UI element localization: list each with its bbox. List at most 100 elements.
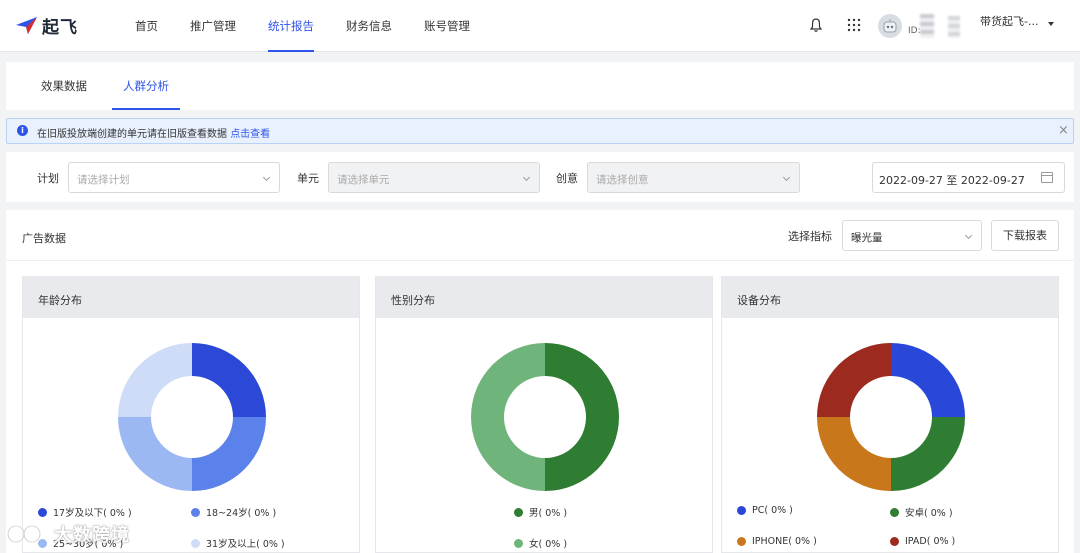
legend-item[interactable]: 女( 0% ) <box>514 536 567 550</box>
legend-label: 31岁及以上( 0% ) <box>206 539 285 550</box>
main-nav: 首页 推广管理 统计报告 财务信息 账号管理 <box>135 0 502 52</box>
chevron-down-icon <box>964 231 973 240</box>
legend-item[interactable]: IPAD( 0% ) <box>890 536 955 547</box>
nav-item-finance[interactable]: 财务信息 <box>346 0 392 52</box>
info-notice: i 在旧版投放端创建的单元请在旧版查看数据 点击查看 × <box>6 118 1074 144</box>
creative-placeholder: 请选择创意 <box>596 174 649 186</box>
nav-item-home[interactable]: 首页 <box>135 0 158 52</box>
legend-item[interactable]: PC( 0% ) <box>737 505 793 516</box>
watermark-logo-icon <box>6 524 42 544</box>
filter-bar: 计划 请选择计划 单元 请选择单元 创意 请选择创意 2022-09-27 至 … <box>6 152 1074 202</box>
donut-slice-18~24岁[interactable] <box>192 417 266 491</box>
donut-slice-安卓[interactable] <box>891 417 965 491</box>
chevron-down-icon <box>782 173 791 182</box>
legend-dot <box>890 507 899 517</box>
nav-item-promotion[interactable]: 推广管理 <box>190 0 236 52</box>
age-distribution-card: 年龄分布 17岁及以下( 0% ) 18~24岁( 0% ) 25~30岁( 0… <box>22 276 360 553</box>
legend-dot <box>890 537 899 546</box>
donut-slice-17岁及以下[interactable] <box>192 343 266 417</box>
top-navbar: 起飞 首页 推广管理 统计报告 财务信息 账号管理 ID: 带货起飞-... <box>0 0 1080 52</box>
paper-plane-icon <box>16 16 37 34</box>
plan-select[interactable]: 请选择计划 <box>68 162 280 193</box>
info-icon: i <box>17 125 28 136</box>
legend-item[interactable]: 17岁及以下( 0% ) <box>38 505 132 519</box>
redacted-id-block <box>948 16 960 38</box>
chevron-down-icon[interactable] <box>1048 22 1054 26</box>
tab-audience-analysis[interactable]: 人群分析 <box>112 62 180 110</box>
donut-slice-25~30岁[interactable] <box>118 417 192 491</box>
logo[interactable]: 起飞 <box>16 13 78 38</box>
date-range-value: 2022-09-27 至 2022-09-27 <box>879 174 1025 187</box>
metric-select[interactable]: 曝光量 <box>842 220 982 251</box>
legend-item[interactable]: 18~24岁( 0% ) <box>191 505 276 519</box>
notice-view-link[interactable]: 点击查看 <box>230 129 270 140</box>
legend-item[interactable]: 31岁及以上( 0% ) <box>191 536 285 550</box>
legend-label: 女( 0% ) <box>529 539 568 550</box>
user-name[interactable]: 带货起飞-... <box>980 13 1038 29</box>
card-header: 设备分布 <box>722 277 1058 318</box>
unit-placeholder: 请选择单元 <box>337 174 390 186</box>
plan-placeholder: 请选择计划 <box>77 174 130 186</box>
legend-label: PC( 0% ) <box>752 505 793 516</box>
chevron-down-icon <box>262 173 271 182</box>
tab-effect-data[interactable]: 效果数据 <box>32 62 96 110</box>
download-report-button[interactable]: 下载报表 <box>991 220 1059 251</box>
donut-slice-PC[interactable] <box>891 343 965 417</box>
card-title: 性别分布 <box>391 294 435 307</box>
panel-title: 广告数据 <box>22 232 66 245</box>
donut-slice-男[interactable] <box>545 343 619 491</box>
legend-label: 安卓( 0% ) <box>905 508 953 519</box>
chevron-down-icon <box>522 173 531 182</box>
donut-slice-女[interactable] <box>471 343 545 491</box>
unit-label: 单元 <box>297 172 319 185</box>
calendar-icon <box>1041 172 1053 183</box>
legend-dot <box>191 507 200 517</box>
card-title: 设备分布 <box>737 294 781 307</box>
legend-dot <box>514 538 523 548</box>
bell-icon[interactable] <box>808 17 824 33</box>
nav-item-account[interactable]: 账号管理 <box>424 0 470 52</box>
nav-item-reports[interactable]: 统计报告 <box>268 0 314 52</box>
device-donut-chart <box>817 343 965 491</box>
top-icons <box>808 17 862 33</box>
legend-dot <box>191 538 200 548</box>
redacted-id-block <box>920 14 934 38</box>
watermark: 大数跨境 <box>6 520 130 548</box>
creative-select[interactable]: 请选择创意 <box>587 162 800 193</box>
unit-select[interactable]: 请选择单元 <box>328 162 540 193</box>
close-icon[interactable]: × <box>1058 123 1069 138</box>
date-range-picker[interactable]: 2022-09-27 至 2022-09-27 <box>872 162 1065 193</box>
legend-item[interactable]: 男( 0% ) <box>514 505 567 519</box>
legend-label: 18~24岁( 0% ) <box>206 508 277 519</box>
watermark-text: 大数跨境 <box>54 525 130 546</box>
legend-label: IPHONE( 0% ) <box>752 536 817 547</box>
legend-dot <box>38 507 47 517</box>
ad-data-panel: 广告数据 选择指标 曝光量 下载报表 年龄分布 17岁及以下( 0% ) 18~… <box>6 210 1074 553</box>
metric-label: 选择指标 <box>788 230 832 243</box>
legend-item[interactable]: 安卓( 0% ) <box>890 505 953 519</box>
legend-label: 17岁及以下( 0% ) <box>53 508 132 519</box>
notice-message: 在旧版投放端创建的单元请在旧版查看数据 <box>37 129 227 140</box>
device-distribution-card: 设备分布 PC( 0% ) 安卓( 0% ) IPHONE( 0% ) IPAD… <box>721 276 1059 553</box>
robot-avatar-icon <box>883 19 897 33</box>
report-subtabs: 效果数据 人群分析 <box>6 62 1074 110</box>
card-title: 年龄分布 <box>38 294 82 307</box>
legend-item[interactable]: IPHONE( 0% ) <box>737 536 817 547</box>
age-donut-chart <box>118 343 266 491</box>
card-header: 年龄分布 <box>23 277 359 318</box>
donut-slice-IPAD[interactable] <box>817 343 891 417</box>
creative-label: 创意 <box>556 172 578 185</box>
divider <box>6 260 1074 261</box>
logo-text: 起飞 <box>42 18 78 38</box>
apps-grid-icon[interactable] <box>846 17 862 33</box>
donut-slice-31岁及以上[interactable] <box>118 343 192 417</box>
legend-dot <box>737 537 746 546</box>
notice-text: 在旧版投放端创建的单元请在旧版查看数据 点击查看 <box>37 125 270 140</box>
user-id-label: ID: <box>908 26 921 36</box>
avatar[interactable] <box>878 14 902 38</box>
plan-label: 计划 <box>37 172 59 185</box>
gender-donut-chart <box>471 343 619 491</box>
gender-distribution-card: 性别分布 男( 0% ) 女( 0% ) <box>375 276 713 553</box>
card-header: 性别分布 <box>376 277 712 318</box>
donut-slice-IPHONE[interactable] <box>817 417 891 491</box>
